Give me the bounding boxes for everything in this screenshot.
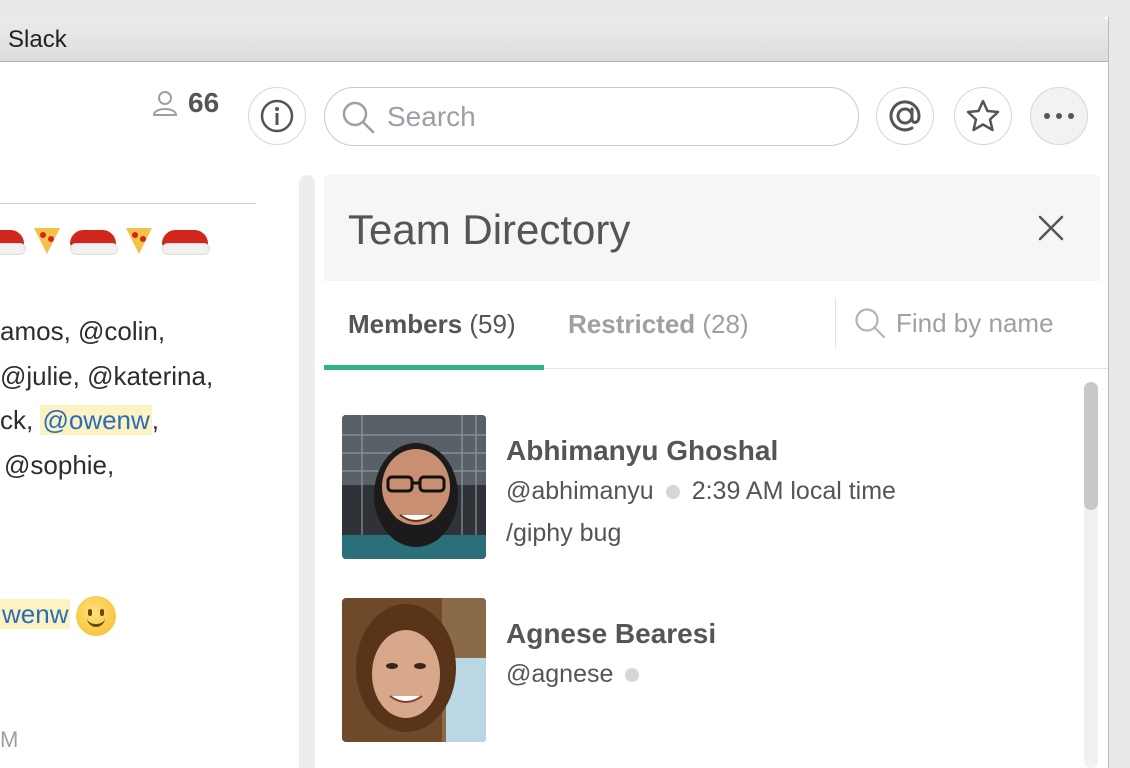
pizza-emoji: [34, 228, 60, 258]
member-list-item[interactable]: Agnese Bearesi @agnese: [342, 598, 1062, 742]
message-text-line: amos, @colin,: [0, 316, 166, 346]
close-panel-button[interactable]: [1034, 211, 1068, 245]
member-handle: @abhimanyu: [506, 477, 654, 505]
title-bar: Slack: [0, 17, 1108, 62]
santa-hat-emoji: [70, 230, 118, 256]
message-text-line: wenw: [0, 596, 117, 636]
message-timestamp: M: [0, 727, 19, 752]
starred-items-button[interactable]: [954, 87, 1012, 145]
tab-members[interactable]: Members (59): [348, 309, 516, 340]
tab-count: (28): [702, 309, 749, 339]
member-meta: @agnese: [506, 660, 640, 689]
star-icon: [966, 99, 1000, 132]
presence-indicator: [665, 484, 680, 499]
pizza-emoji: [126, 228, 152, 258]
tab-count: (59): [469, 309, 516, 339]
tab-separator: [835, 298, 836, 348]
more-icon: [1044, 113, 1074, 119]
person-icon: [152, 91, 178, 116]
info-icon: [260, 99, 294, 133]
directory-scrollbar-thumb[interactable]: [1084, 382, 1098, 510]
message-text: ck,: [0, 405, 41, 435]
member-name[interactable]: Agnese Bearesi: [506, 618, 716, 650]
presence-indicator: [625, 667, 640, 682]
close-icon: [1038, 215, 1064, 241]
emoji-row: [0, 228, 210, 258]
team-directory-panel: Team Directory Members (59) Restricted (…: [324, 174, 1108, 768]
active-tab-indicator: [324, 365, 544, 370]
avatar[interactable]: [342, 598, 486, 742]
channel-member-count[interactable]: 66: [152, 86, 219, 120]
member-handle: @agnese: [506, 660, 614, 688]
mentions-button[interactable]: [876, 87, 934, 145]
member-list-item[interactable]: Abhimanyu Ghoshal @abhimanyu 2:39 AM loc…: [342, 415, 1062, 559]
message-text-line: ck, @owenw,: [0, 405, 159, 436]
smiley-emoji: [76, 596, 117, 636]
panel-header: Team Directory: [324, 174, 1100, 281]
tab-label: Members: [348, 309, 463, 339]
channel-info-button[interactable]: [248, 87, 306, 145]
search-icon: [855, 308, 886, 339]
search-input[interactable]: [387, 100, 827, 133]
at-sign-icon: [889, 100, 921, 132]
user-mention[interactable]: wenw: [0, 598, 71, 629]
santa-hat-emoji: [162, 230, 210, 256]
member-count-value: 66: [188, 87, 220, 118]
find-by-name-field[interactable]: [854, 307, 1096, 339]
tab-label: Restricted: [568, 309, 696, 339]
message-divider: [0, 203, 256, 204]
message-text: ,: [151, 405, 160, 435]
directory-tabs: Members (59) Restricted (28): [324, 281, 1108, 370]
message-pane-scrollbar[interactable]: [299, 175, 315, 768]
search-icon: [342, 101, 375, 133]
member-local-time: 2:39 AM local time: [691, 477, 896, 505]
more-actions-button[interactable]: [1030, 87, 1088, 145]
member-meta: @abhimanyu 2:39 AM local time: [506, 477, 896, 506]
find-by-name-input[interactable]: [896, 307, 1096, 339]
santa-hat-emoji: [0, 230, 26, 256]
window-title: Slack: [8, 26, 67, 53]
search-bar[interactable]: [324, 87, 859, 146]
tab-restricted[interactable]: Restricted (28): [568, 309, 749, 340]
avatar[interactable]: [342, 415, 486, 559]
member-status: /giphy bug: [506, 519, 622, 547]
panel-title: Team Directory: [348, 206, 631, 253]
message-text-line: @sophie,: [4, 450, 115, 480]
message-text-line: @julie, @katerina,: [0, 361, 214, 391]
member-name[interactable]: Abhimanyu Ghoshal: [506, 435, 778, 467]
user-mention[interactable]: @owenw: [40, 405, 152, 435]
